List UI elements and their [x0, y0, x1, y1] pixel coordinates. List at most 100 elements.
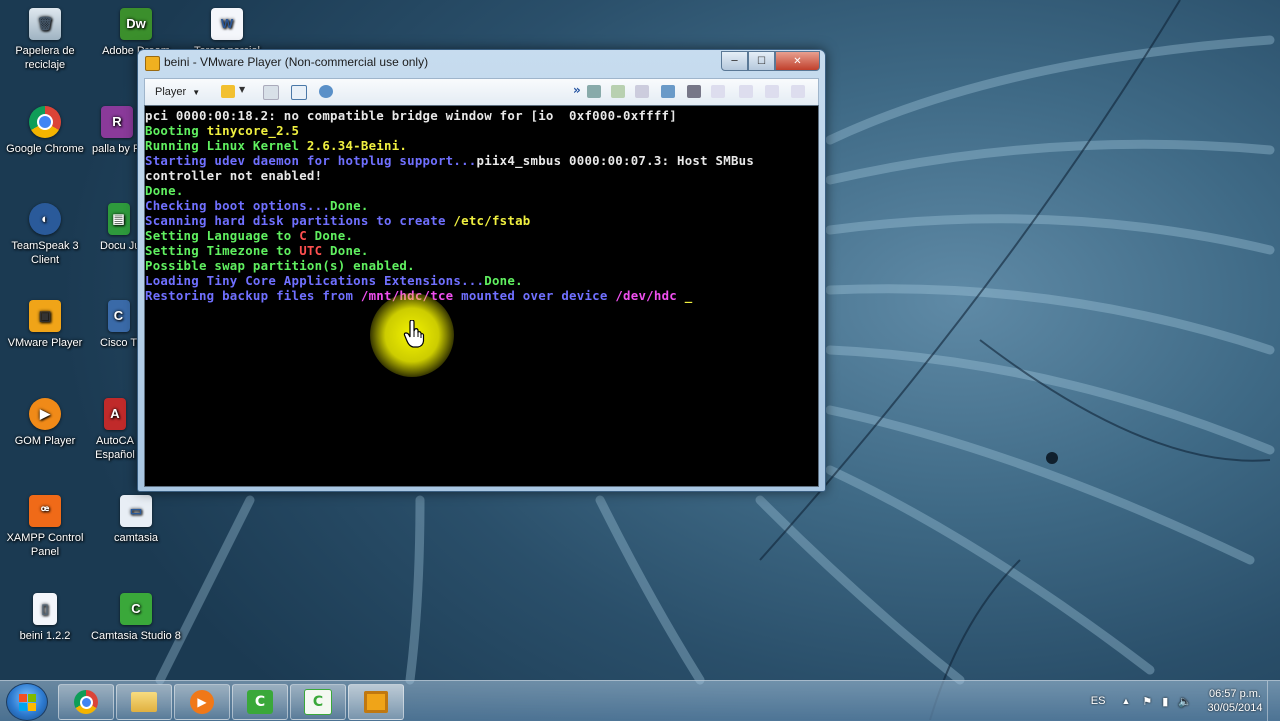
- floppy-device-icon[interactable]: [635, 85, 649, 98]
- chevron-right-icon[interactable]: »: [573, 83, 581, 97]
- console-text: C: [299, 228, 307, 243]
- console-text: UTC: [299, 243, 323, 258]
- action-center-icon[interactable]: ⚑: [1142, 695, 1152, 708]
- language-indicator[interactable]: ES: [1091, 695, 1106, 707]
- close-button[interactable]: ✕: [775, 51, 820, 71]
- console-line: Scanning hard disk partitions to create …: [145, 213, 754, 228]
- console-line: Loading Tiny Core Applications Extension…: [145, 273, 754, 288]
- message-icon[interactable]: [791, 85, 805, 98]
- desktop-icon-camtasia[interactable]: ▭ camtasia: [91, 495, 181, 545]
- vmware-app-icon: [145, 56, 160, 71]
- minimize-button[interactable]: ─: [721, 51, 748, 71]
- taskbar-explorer[interactable]: [116, 684, 172, 720]
- desktop-icon-vmware[interactable]: ▣ VMware Player: [0, 300, 90, 350]
- network-device-icon[interactable]: [587, 85, 601, 98]
- desktop-icon-autocad[interactable]: A AutoCA Español: [92, 398, 138, 462]
- folder-icon: [131, 692, 157, 712]
- sound-device-icon[interactable]: [711, 85, 725, 98]
- media-player-icon: ▶: [190, 690, 214, 714]
- maximize-button[interactable]: ☐: [748, 51, 775, 71]
- unity-icon[interactable]: [319, 85, 333, 98]
- start-button[interactable]: [6, 683, 48, 721]
- network-icon[interactable]: ▮: [1162, 695, 1168, 708]
- vmware-window[interactable]: beini - VMware Player (Non-commercial us…: [137, 49, 826, 492]
- taskbar: ▶ C C ES ▲ ⚑ ▮ 🔈 06:57 p.m. 30/05/2014: [0, 680, 1280, 721]
- vm-toolbar: Player ▼ ▼ »: [144, 78, 819, 105]
- cd-device-icon[interactable]: [739, 85, 753, 98]
- documents-icon: ▤: [107, 203, 130, 235]
- show-desktop-button[interactable]: [1267, 681, 1280, 721]
- player-menu-label: Player: [155, 86, 187, 98]
- console-text: 2.6.34-Beini.: [306, 138, 408, 153]
- usb-device-icon[interactable]: [611, 85, 625, 98]
- window-titlebar[interactable]: beini - VMware Player (Non-commercial us…: [138, 50, 825, 76]
- fullscreen-icon[interactable]: [291, 85, 307, 100]
- console-line: controller not enabled!: [145, 168, 754, 183]
- desktop-icon-gom[interactable]: ▶ GOM Player: [0, 398, 90, 448]
- desktop-icon-label: GOM Player: [14, 435, 76, 447]
- desktop-icon-documents[interactable]: ▤ Docu Ju: [100, 203, 137, 253]
- desktop-icon-label: beini 1.2.2: [19, 630, 71, 642]
- window-title: beini - VMware Player (Non-commercial us…: [164, 55, 429, 69]
- iso-file-icon: ▯: [33, 593, 57, 625]
- console-text: controller not enabled!: [145, 168, 323, 183]
- desktop-icon-label: Docu Ju: [100, 240, 137, 252]
- desktop-icon-xampp[interactable]: ꟹ XAMPP Control Panel: [0, 495, 90, 559]
- console-line: Setting Timezone to UTC Done.: [145, 243, 754, 258]
- console-text: Done.: [145, 183, 184, 198]
- console-line: Checking boot options...Done.: [145, 198, 754, 213]
- cisco-packet-tracer-icon: C: [107, 300, 130, 332]
- desktop-icon-teamspeak[interactable]: ◐ TeamSpeak 3 Client: [0, 203, 90, 267]
- clock[interactable]: 06:57 p.m. 30/05/2014: [1204, 687, 1266, 715]
- console-text: /etc/fstab: [453, 213, 531, 228]
- display-device-icon[interactable]: [661, 85, 675, 98]
- chevron-down-icon[interactable]: ▼: [239, 85, 245, 94]
- taskbar-chrome[interactable]: [58, 684, 114, 720]
- desktop-icon-winrar[interactable]: R palla by Free_w: [92, 106, 142, 156]
- console-text: pci 0000:00:18.2: no compatible bridge w…: [145, 108, 677, 123]
- console-text: Starting udev daemon for hotplug support…: [145, 153, 477, 168]
- chevron-down-icon: ▼: [192, 87, 201, 97]
- send-ctrl-alt-del-icon[interactable]: [263, 85, 279, 100]
- recycle-bin-icon: 🗑: [29, 8, 61, 40]
- console-line: Booting tinycore_2.5: [145, 123, 754, 138]
- camtasia-studio-icon: C: [120, 593, 152, 625]
- autocad-icon: A: [104, 398, 126, 430]
- pause-icon[interactable]: [221, 85, 235, 98]
- console-text: Done.: [484, 273, 523, 288]
- desktop-icon-label: AutoCA Español: [95, 435, 135, 461]
- console-line: Possible swap partition(s) enabled.: [145, 258, 754, 273]
- camtasia-recorder-icon: C: [247, 690, 273, 714]
- system-tray: ES ▲ ⚑ ▮ 🔈 06:57 p.m. 30/05/2014: [1091, 681, 1280, 721]
- xampp-icon: ꟹ: [29, 495, 61, 527]
- hard-disk-icon[interactable]: [765, 85, 779, 98]
- console-text: Booting: [145, 123, 207, 138]
- desktop-icon-beini[interactable]: ▯ beini 1.2.2: [0, 593, 90, 643]
- console-text: mounted over device: [453, 288, 616, 303]
- desktop-icon-camtasia-studio[interactable]: C Camtasia Studio 8: [91, 593, 181, 643]
- console-line: pci 0000:00:18.2: no compatible bridge w…: [145, 108, 754, 123]
- dreamweaver-icon: Dw: [120, 8, 152, 40]
- taskbar-media-player[interactable]: ▶: [174, 684, 230, 720]
- vmware-icon: [364, 691, 388, 713]
- taskbar-camtasia-recorder[interactable]: C: [232, 684, 288, 720]
- player-menu-button[interactable]: Player ▼: [149, 82, 206, 102]
- console-output: pci 0000:00:18.2: no compatible bridge w…: [145, 108, 754, 303]
- vm-console-screen[interactable]: pci 0000:00:18.2: no compatible bridge w…: [144, 105, 819, 487]
- console-text: piix4_smbus 0000:00:07.3: Host SMBus: [476, 153, 755, 168]
- desktop-icon-cisco[interactable]: C Cisco Tra: [100, 300, 137, 350]
- volume-icon[interactable]: 🔈: [1178, 695, 1192, 708]
- printer-device-icon[interactable]: [687, 85, 701, 98]
- desktop-icon-chrome[interactable]: Google Chrome: [0, 106, 90, 156]
- camtasia-recorder-icon: ▭: [120, 495, 152, 527]
- show-hidden-icons-button[interactable]: ▲: [1121, 696, 1130, 706]
- camtasia-studio-icon: C: [304, 689, 332, 715]
- desktop-icon-label: TeamSpeak 3 Client: [11, 240, 79, 266]
- console-text: Running Linux Kernel: [145, 138, 307, 153]
- console-line: Setting Language to C Done.: [145, 228, 754, 243]
- taskbar-vmware[interactable]: [348, 684, 404, 720]
- desktop-icon-label: Google Chrome: [6, 143, 84, 155]
- taskbar-camtasia-studio[interactable]: C: [290, 684, 346, 720]
- desktop-icon-recycle-bin[interactable]: 🗑 Papelera de reciclaje: [0, 8, 90, 72]
